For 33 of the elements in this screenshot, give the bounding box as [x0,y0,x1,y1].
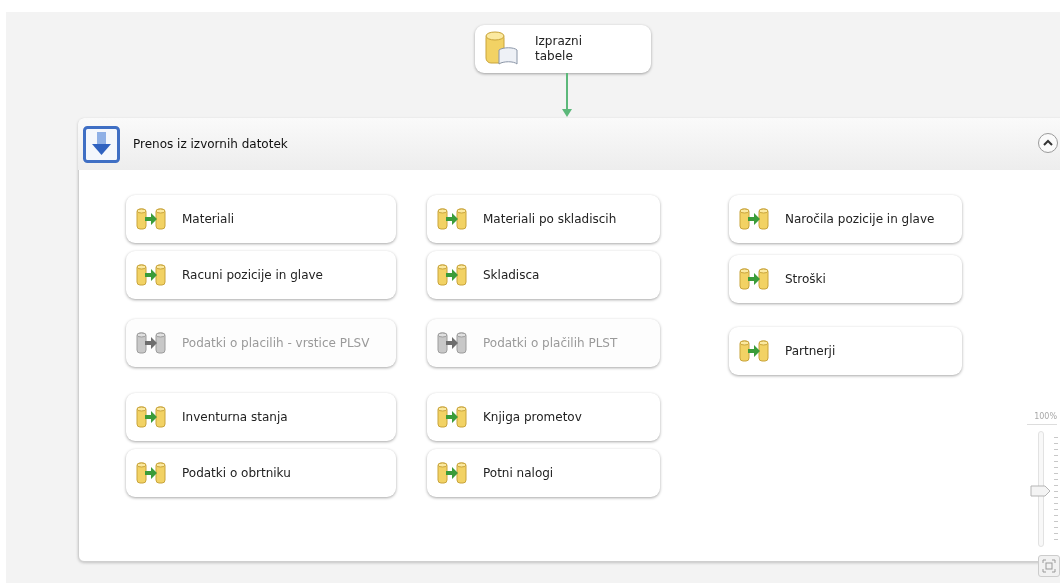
data-flow-icon [437,461,467,485]
data-flow-icon [437,263,467,287]
data-flow-icon [739,267,769,291]
task-node[interactable]: Naročila pozicije in glave [729,195,962,243]
task-node[interactable]: Potni nalogi [427,449,660,497]
database-script-icon [485,30,519,68]
container-title: Prenos iz izvornih datotek [133,137,288,151]
precedence-arrow [561,73,573,118]
task-node[interactable]: Podatki o obrtniku [126,449,396,497]
task-node[interactable]: Racuni pozicije in glave [126,251,396,299]
task-node[interactable]: Inventurna stanja [126,393,396,441]
data-flow-icon [739,207,769,231]
data-flow-icon [437,331,467,355]
data-flow-icon [739,339,769,363]
data-flow-icon [136,461,166,485]
task-node[interactable]: Izprazni tabele [475,25,651,73]
chevron-up-icon [1043,139,1053,147]
task-node[interactable]: Knjiga prometov [427,393,660,441]
task-node[interactable]: Skladisca [427,251,660,299]
data-flow-icon [136,207,166,231]
task-node[interactable]: Materiali po skladiscih [427,195,660,243]
task-node[interactable]: Partnerji [729,327,962,375]
fit-button[interactable] [1038,555,1060,577]
data-flow-icon [136,263,166,287]
data-flow-icon [136,405,166,429]
data-flow-icon [437,405,467,429]
data-flow-icon [437,207,467,231]
slider-thumb[interactable] [1030,485,1052,498]
data-flow-icon [136,331,166,355]
task-node[interactable]: Stroški [729,255,962,303]
task-node[interactable]: Materiali [126,195,396,243]
fit-screen-icon [1042,559,1056,573]
zoom-label: 100% [1027,412,1057,425]
